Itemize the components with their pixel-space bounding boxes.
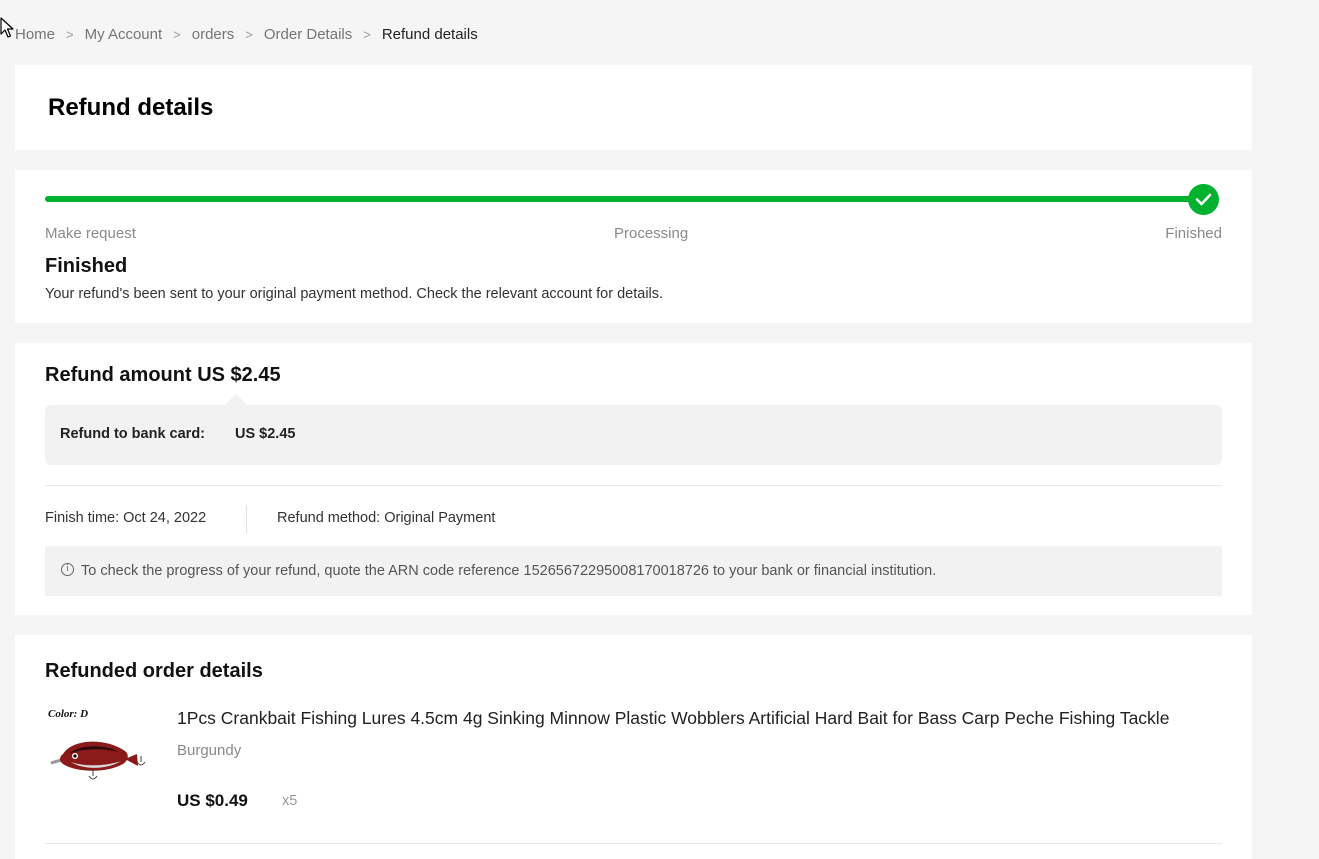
divider <box>45 843 1222 844</box>
refund-progress-card: Make request Processing Finished Finishe… <box>15 170 1252 323</box>
step-finished: Finished <box>1165 225 1222 242</box>
refund-method: Refund method: Original Payment <box>277 510 496 526</box>
mouse-cursor-icon <box>0 17 14 38</box>
refund-amount-heading: Refund amount US $2.45 <box>45 364 281 386</box>
product-price: US $0.49 <box>177 791 248 810</box>
step-processing: Processing <box>614 225 689 242</box>
finish-time: Finish time: Oct 24, 2022 <box>45 510 207 526</box>
info-icon: i <box>61 563 74 576</box>
status-description: Your refund's been sent to your original… <box>45 286 664 302</box>
breadcrumb-home[interactable]: Home <box>15 26 55 43</box>
breadcrumb-separator: > <box>363 26 371 42</box>
refund-destination-label: Refund to bank card: <box>60 426 206 442</box>
product-variant: Burgundy <box>177 742 242 759</box>
status-title: Finished <box>45 255 128 277</box>
breadcrumb-separator: > <box>245 26 253 42</box>
product-name-link[interactable]: 1Pcs Crankbait Fishing Lures 4.5cm 4g Si… <box>177 708 1169 729</box>
refund-destination-value: US $2.45 <box>235 426 296 442</box>
product-quantity: x5 <box>282 793 298 809</box>
divider <box>45 485 1222 486</box>
callout-notch <box>225 394 247 405</box>
breadcrumb-my-account[interactable]: My Account <box>85 26 163 43</box>
breadcrumb-orders[interactable]: orders <box>192 26 235 43</box>
breadcrumb: Home > My Account > orders > Order Detai… <box>15 24 478 44</box>
breadcrumb-separator: > <box>173 26 181 42</box>
refunded-order-heading: Refunded order details <box>45 660 263 682</box>
refund-amount-card: Refund amount US $2.45 Refund to bank ca… <box>15 343 1252 615</box>
refunded-order-card: Refunded order details Color: D 1Pcs Cra… <box>15 635 1252 859</box>
refund-destination-box: Refund to bank card: US $2.45 <box>45 394 1222 465</box>
breadcrumb-separator: > <box>66 26 74 42</box>
breadcrumb-current: Refund details <box>381 25 478 43</box>
progress-bar <box>45 196 1204 202</box>
arn-notice: i To check the progress of your refund, … <box>45 546 1222 596</box>
step-make-request: Make request <box>45 225 136 242</box>
title-card: Refund details <box>15 65 1252 150</box>
vertical-divider <box>246 505 247 533</box>
product-image[interactable]: Color: D <box>45 704 157 784</box>
product-image-label: Color: D <box>48 708 89 720</box>
arn-notice-text: To check the progress of your refund, qu… <box>81 563 937 579</box>
breadcrumb-order-details[interactable]: Order Details <box>264 26 352 43</box>
check-icon <box>1188 184 1219 215</box>
page-title: Refund details <box>48 94 214 121</box>
